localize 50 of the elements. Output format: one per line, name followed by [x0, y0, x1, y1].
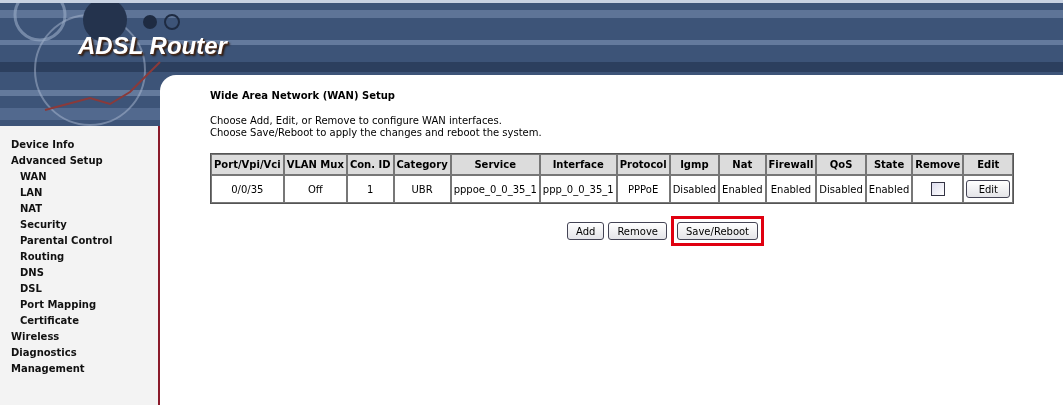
table-cell: pppoe_0_0_35_1 — [450, 175, 540, 203]
nav-link[interactable]: Parental Control — [0, 233, 158, 249]
table-cell: 1 — [346, 175, 394, 203]
table-cell: UBR — [393, 175, 451, 203]
nav-link[interactable]: DSL — [0, 281, 158, 297]
edit-button[interactable]: Edit — [966, 180, 1011, 198]
column-header: Category — [393, 154, 451, 175]
nav-link[interactable]: NAT — [0, 201, 158, 217]
column-header: Protocol — [616, 154, 670, 175]
nav-link[interactable]: Routing — [0, 249, 158, 265]
nav-link[interactable]: LAN — [0, 185, 158, 201]
column-header: Edit — [963, 154, 1014, 175]
description-text: Choose Save/Reboot to apply the changes and reboot the system. — [210, 127, 542, 139]
action-button[interactable]: Remove — [608, 222, 667, 240]
column-header: Firewall — [765, 154, 817, 175]
column-header: VLAN Mux — [283, 154, 347, 175]
page-title: Wide Area Network (WAN) Setup — [210, 90, 396, 101]
column-header: Remove — [912, 154, 964, 175]
table-cell: PPPoE — [616, 175, 670, 203]
nav-link[interactable]: Diagnostics — [0, 345, 158, 361]
table-cell: 0/0/35 — [211, 175, 284, 203]
table-cell: Enabled — [865, 175, 913, 203]
nav-link[interactable]: Port Mapping — [0, 297, 158, 313]
column-header: Nat — [719, 154, 766, 175]
description-text: Choose Add, Edit, or Remove to configure WAN interfaces. — [210, 115, 502, 127]
column-header: Interface — [539, 154, 617, 175]
table-cell: Disabled — [669, 175, 720, 203]
column-header: Service — [450, 154, 540, 175]
table-cell: Off — [283, 175, 347, 203]
column-header: Igmp — [669, 154, 720, 175]
nav-link[interactable]: Management — [0, 361, 158, 377]
nav-link[interactable]: Security — [0, 217, 158, 233]
nav-link[interactable]: WAN — [0, 169, 158, 185]
column-header: State — [865, 154, 913, 175]
nav-link[interactable]: Wireless — [0, 329, 158, 345]
action-button[interactable]: Add — [567, 222, 605, 240]
action-button[interactable]: Save/Reboot — [676, 222, 759, 240]
column-header: Con. ID — [346, 154, 394, 175]
column-header: QoS — [816, 154, 866, 175]
table-cell: Disabled — [816, 175, 866, 203]
nav-link[interactable]: DNS — [0, 265, 158, 281]
nav-link[interactable]: Device Info — [0, 137, 158, 153]
table-cell: Enabled — [765, 175, 817, 203]
logo-text: ADSL Router — [78, 32, 227, 60]
nav-link[interactable]: Certificate — [0, 313, 158, 329]
table-cell: Enabled — [719, 175, 766, 203]
nav-link[interactable]: Advanced Setup — [0, 153, 158, 169]
table-cell: ppp_0_0_35_1 — [539, 175, 617, 203]
column-header: Port/Vpi/Vci — [211, 154, 284, 175]
remove-checkbox[interactable] — [930, 182, 945, 196]
